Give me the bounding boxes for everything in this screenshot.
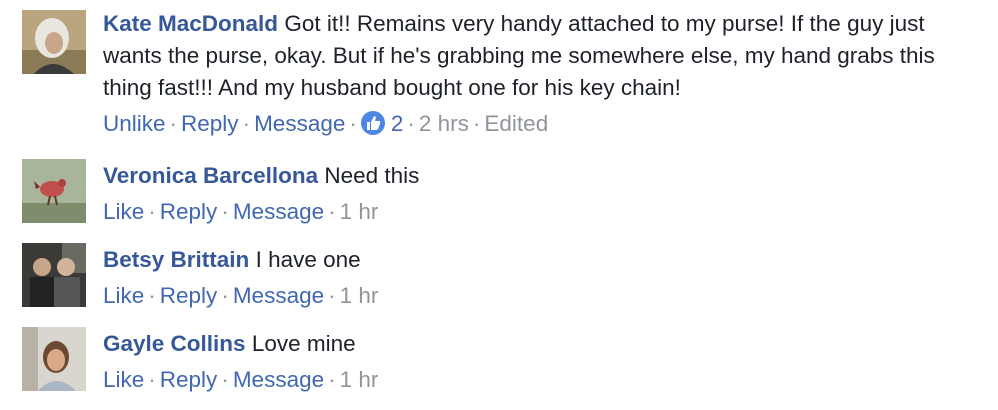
timestamp[interactable]: 1 hr [340,367,379,392]
separator: · [349,111,357,136]
separator: · [328,283,336,308]
avatar[interactable] [22,159,86,223]
timestamp[interactable]: 2 hrs [419,111,469,136]
comment-author[interactable]: Veronica Barcellona [103,163,318,188]
message-link[interactable]: Message [233,367,324,392]
timestamp[interactable]: 1 hr [340,283,379,308]
comment-author[interactable]: Kate MacDonald [103,11,278,36]
comment-actions: Unlike · Reply · Message · 2 · 2 hrs · Edited [103,108,983,140]
separator: · [148,199,156,224]
separator: · [221,367,229,392]
separator: · [472,111,481,136]
comment-actions: Like · Reply · Message · 1 hr [103,196,983,228]
like-link[interactable]: Like [103,199,144,224]
separator: · [148,283,156,308]
separator: · [328,367,336,392]
message-link[interactable]: Message [233,199,324,224]
timestamp[interactable]: 1 hr [340,199,379,224]
separator: · [242,111,251,136]
message-link[interactable]: Message [254,111,345,136]
edited-label[interactable]: Edited [484,111,548,136]
comment-text: I have one [255,247,361,272]
separator: · [221,199,229,224]
comment-author[interactable]: Gayle Collins [103,331,246,356]
comment-text: Need this [324,163,420,188]
comment-actions: Like · Reply · Message · 1 hr [103,364,983,396]
reply-link[interactable]: Reply [160,199,218,224]
like-link[interactable]: Like [103,367,144,392]
unlike-link[interactable]: Unlike [103,111,166,136]
avatar[interactable] [22,327,86,391]
like-thumb-icon [360,111,385,135]
separator: · [169,111,178,136]
separator: · [148,367,156,392]
comment-text: Love mine [251,331,356,356]
separator: · [328,199,336,224]
message-link[interactable]: Message [233,283,324,308]
like-link[interactable]: Like [103,283,144,308]
separator: · [221,283,229,308]
comment-actions: Like · Reply · Message · 1 hr [103,280,983,312]
like-count[interactable]: 2 [360,108,403,140]
comment-author[interactable]: Betsy Brittain [103,247,249,272]
reply-link[interactable]: Reply [181,111,239,136]
reply-link[interactable]: Reply [160,283,218,308]
comment-thread: Kate MacDonald Got it!! Remains very han… [0,0,998,410]
avatar[interactable] [22,243,86,307]
avatar[interactable] [22,10,86,74]
separator: · [407,111,415,136]
reply-link[interactable]: Reply [160,367,218,392]
